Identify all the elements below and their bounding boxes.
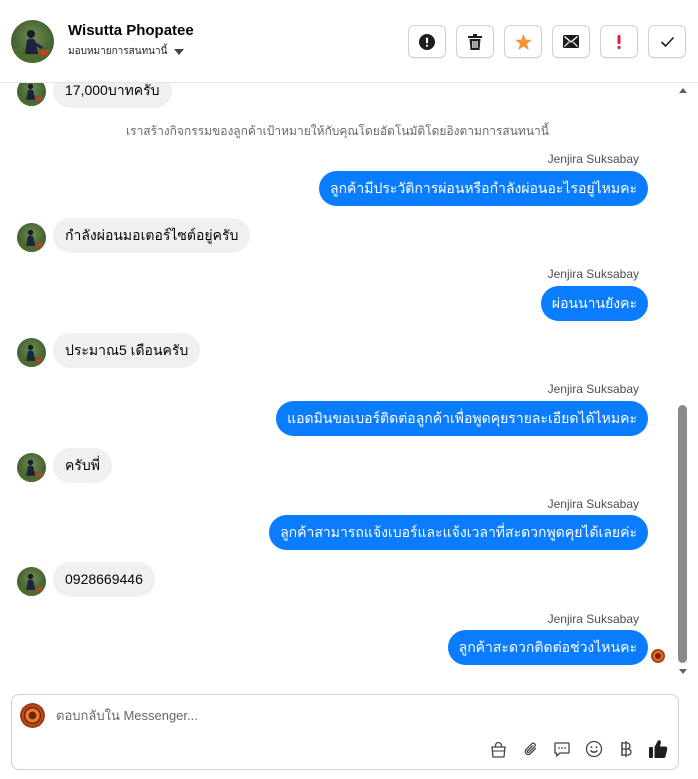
caret-down-icon <box>174 49 185 55</box>
saved-reply-icon[interactable] <box>552 739 572 759</box>
reply-composer <box>11 694 679 770</box>
message-thread[interactable]: 17,000บาทครับ เราสร้างกิจกรรมของลูกค้าเป… <box>0 83 690 683</box>
envelope-icon <box>563 35 579 48</box>
scroll-down-arrow-icon[interactable] <box>679 669 687 674</box>
thumbs-up-icon[interactable] <box>648 739 668 759</box>
incoming-message: 0928669446 <box>53 562 155 597</box>
incoming-message: 17,000บาทครับ <box>53 83 172 108</box>
composer-toolbar <box>488 739 668 759</box>
star-icon <box>514 33 532 50</box>
exclamation-icon <box>617 34 621 49</box>
message-sender: Jenjira Suksabay <box>547 612 639 626</box>
message-sender: Jenjira Suksabay <box>547 152 639 166</box>
incoming-message: ประมาณ5 เดือนครับ <box>53 333 201 368</box>
outgoing-message: ลูกค้ามีประวัติการผ่อนหรือกำลังผ่อนอะไรอ… <box>318 171 648 206</box>
customer-message-avatar[interactable] <box>17 567 46 596</box>
message-sender: Jenjira Suksabay <box>547 382 639 396</box>
assign-conversation-label: มอบหมายการสนทนานี้ <box>68 46 168 57</box>
scroll-up-arrow-icon[interactable] <box>679 88 687 93</box>
outgoing-message: ลูกค้าสะดวกติดต่อช่วงไหนคะ <box>447 630 648 665</box>
outgoing-message: แอดมินขอเบอร์ติดต่อลูกค้าเพื่อพูดคุยรายล… <box>276 401 648 436</box>
delete-button[interactable] <box>456 25 494 58</box>
incoming-message: กำลังผ่อนมอเตอร์ไซต์อยู่ครับ <box>53 218 251 253</box>
checkmark-icon <box>660 36 674 47</box>
page-avatar <box>20 703 45 728</box>
shopping-bag-icon[interactable] <box>488 739 508 759</box>
scrollbar-thumb[interactable] <box>678 405 687 663</box>
conversation-actions <box>408 25 686 58</box>
customer-message-avatar[interactable] <box>17 453 46 482</box>
customer-name: Wisutta Phopatee <box>68 22 194 39</box>
baht-icon[interactable] <box>616 739 636 759</box>
emoji-icon[interactable] <box>584 739 604 759</box>
alert-circle-icon <box>419 33 435 50</box>
seen-indicator-avatar <box>651 649 665 663</box>
incoming-message: ครับพี่ <box>53 448 112 483</box>
assign-conversation-dropdown[interactable]: มอบหมายการสนทนานี้ <box>68 44 185 59</box>
customer-message-avatar[interactable] <box>17 338 46 367</box>
message-sender: Jenjira Suksabay <box>547 267 639 281</box>
mark-unread-button[interactable] <box>552 25 590 58</box>
outgoing-message: ผ่อนนานยังคะ <box>540 286 648 321</box>
customer-message-avatar[interactable] <box>17 83 46 106</box>
message-sender: Jenjira Suksabay <box>547 497 639 511</box>
system-note: เราสร้างกิจกรรมของลูกค้าเป้าหมายให้กับคุ… <box>126 124 549 138</box>
mark-done-button[interactable] <box>648 25 686 58</box>
customer-avatar[interactable] <box>11 20 54 63</box>
customer-message-avatar[interactable] <box>17 223 46 252</box>
reply-input[interactable] <box>56 708 636 723</box>
mark-spam-button[interactable] <box>408 25 446 58</box>
star-button[interactable] <box>504 25 542 58</box>
follow-up-button[interactable] <box>600 25 638 58</box>
conversation-header: Wisutta Phopatee มอบหมายการสนทนานี้ <box>0 0 698 83</box>
paperclip-icon[interactable] <box>520 739 540 759</box>
trash-icon <box>468 33 482 50</box>
outgoing-message: ลูกค้าสามารถแจ้งเบอร์และแจ้งเวลาที่สะดวก… <box>269 515 648 550</box>
